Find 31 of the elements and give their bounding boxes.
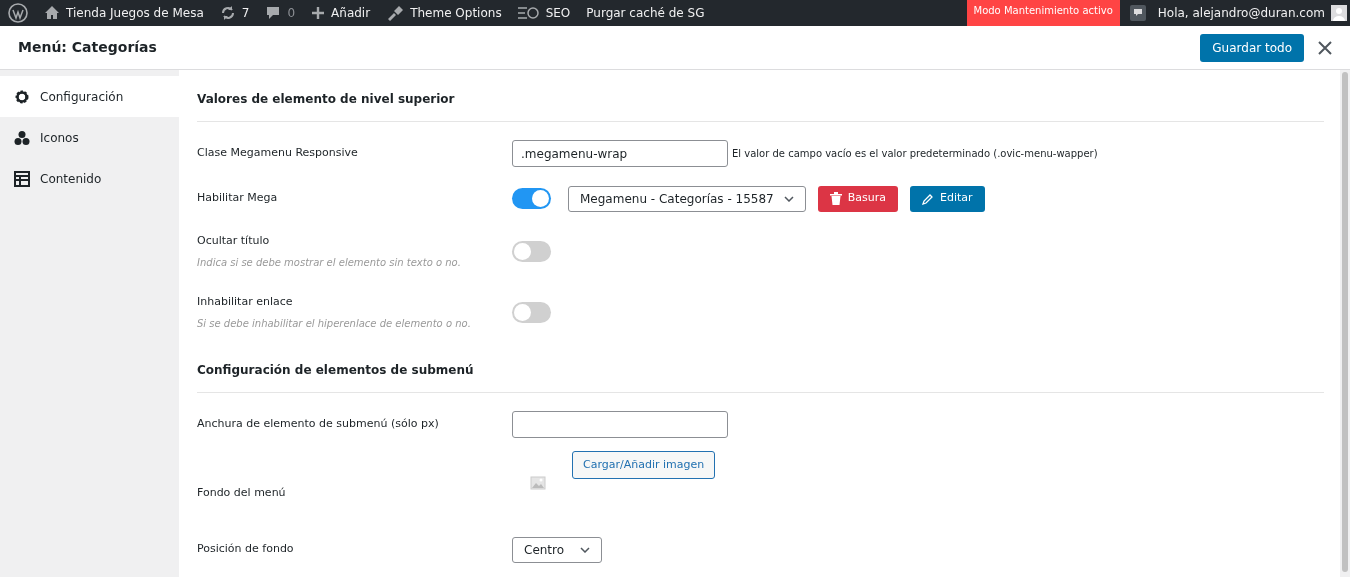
field-label: Habilitar Mega <box>197 190 279 207</box>
admin-bar-link[interactable]: SEO <box>545 4 571 22</box>
field-label: Clase Megamenu Responsive <box>197 145 359 162</box>
field-hint: Indica si se debe mostrar el elemento sin texto o no. <box>197 255 462 270</box>
section-heading: Valores de elemento de nivel superior <box>197 90 1324 122</box>
admin-bar-link[interactable]: Añadir <box>331 4 371 22</box>
section-heading: Configuración de elementos de submenú <box>197 361 1324 393</box>
field-note: El valor de campo vacío es el valor predeterminado (.ovic-menu-wapper) <box>732 147 1098 161</box>
comment-count: 0 <box>287 5 296 22</box>
modal-title: Menú: Categorías <box>18 38 157 57</box>
dropdown[interactable]: Centro <box>512 536 602 563</box>
field-label: Fondo del menú <box>197 484 287 501</box>
sidebar-tab[interactable]: Configuración <box>0 76 179 117</box>
site-name-link[interactable]: Tienda Juegos de Mesa <box>66 4 204 22</box>
save-button[interactable]: Guardar todo <box>1200 33 1304 62</box>
admin-bar-link[interactable]: Purgar caché de SG <box>586 4 705 22</box>
field-label: Inhabilitar enlace <box>197 294 294 311</box>
sidebar-tab[interactable]: Contenido <box>0 158 179 199</box>
trash-button[interactable]: Basura <box>817 185 898 212</box>
edit-button[interactable]: Editar <box>910 185 985 212</box>
field-label: Anchura de elemento de submenú (sólo px) <box>197 416 440 433</box>
sidebar-tab[interactable]: Iconos <box>0 117 179 158</box>
upload-image-button[interactable]: Cargar/Añadir imagen <box>572 451 716 479</box>
greeting-link[interactable]: Hola, alejandro@duran.com <box>1157 4 1325 22</box>
field-label: Posición de fondo <box>197 541 295 558</box>
dropdown[interactable]: Megamenu - Categorías - 15587 <box>568 185 806 212</box>
field-hint: Si se debe inhabilitar el hiperenlace de elemento o no. <box>197 316 472 331</box>
field-label: Ocultar título <box>197 233 271 250</box>
text-field[interactable]: .megamenu-wrap <box>512 140 728 167</box>
admin-bar-link[interactable]: Theme Options <box>410 4 502 22</box>
update-count: 7 <box>241 5 250 22</box>
